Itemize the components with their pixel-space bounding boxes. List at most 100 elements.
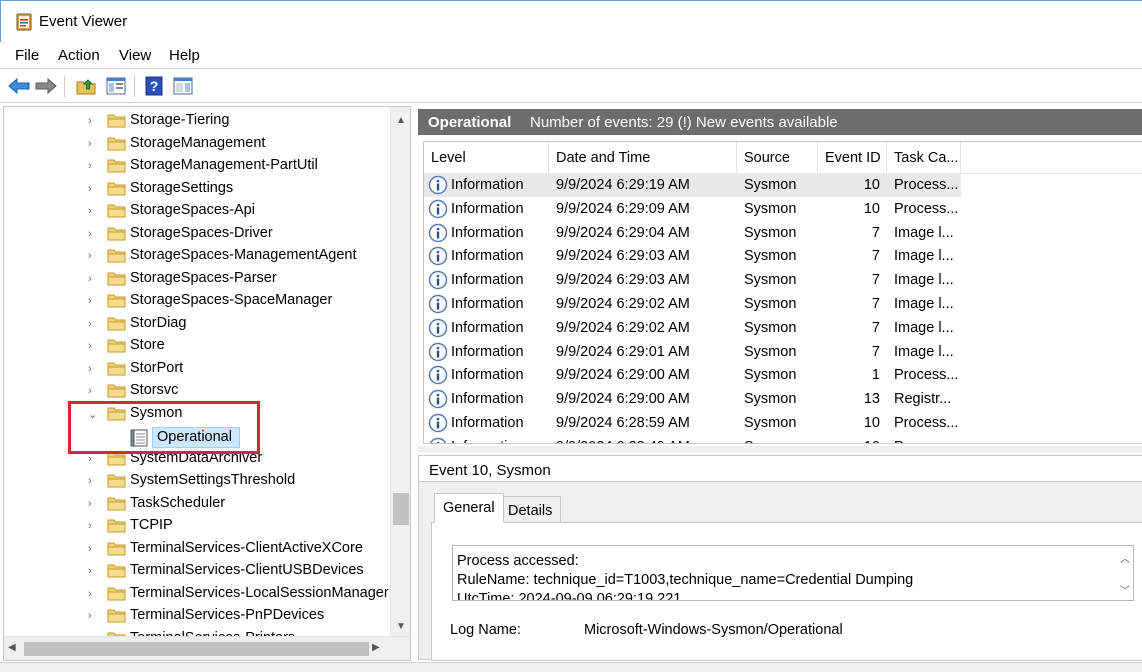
- chevron-right-icon[interactable]: ›: [88, 115, 98, 127]
- tab-general[interactable]: General: [434, 493, 504, 523]
- tree-item[interactable]: › StorageSpaces-Driver: [4, 223, 389, 245]
- console-tree-pane[interactable]: › Storage-Tiering › StorageManagement › Stora…: [3, 106, 411, 661]
- folder-icon: [107, 137, 126, 150]
- tab-details[interactable]: Details: [499, 496, 562, 523]
- folder-icon: [107, 362, 126, 375]
- tree-item[interactable]: › Store: [4, 335, 389, 357]
- show-hide-console-tree-button[interactable]: [104, 75, 128, 97]
- tree-vertical-scroll-thumb[interactable]: [393, 493, 409, 525]
- chevron-right-icon[interactable]: ›: [88, 588, 98, 600]
- chevron-right-icon[interactable]: ›: [88, 250, 98, 262]
- scroll-up-arrow-icon[interactable]: ▲: [391, 111, 410, 129]
- chevron-right-icon[interactable]: ›: [88, 475, 98, 487]
- tree-item[interactable]: › StorPort: [4, 358, 389, 380]
- up-level-button[interactable]: [74, 75, 98, 97]
- tree-horizontal-scrollbar[interactable]: ◀ ▶: [4, 636, 410, 660]
- description-scrollbar[interactable]: ︿ ﹀: [1115, 546, 1133, 600]
- chevron-right-icon[interactable]: ›: [88, 228, 98, 240]
- chevron-right-icon[interactable]: ›: [88, 318, 98, 330]
- table-row[interactable]: Information 9/9/2024 6:28:49 AM Sysmon 10 Pr…: [424, 435, 961, 443]
- tree-item[interactable]: › StorageSpaces-SpaceManager: [4, 290, 389, 312]
- tree-item[interactable]: › TerminalServices-PnPDevices: [4, 605, 389, 627]
- tree-item[interactable]: › TerminalServices-ClientUSBDevices: [4, 560, 389, 582]
- show-hide-action-pane-button[interactable]: [171, 75, 195, 97]
- tree-item[interactable]: › Storsvc: [4, 380, 389, 402]
- tree-item[interactable]: › TerminalServices-LocalSessionManager: [4, 583, 389, 605]
- help-button[interactable]: ?: [142, 75, 166, 97]
- tree-item[interactable]: › StorDiag: [4, 313, 389, 335]
- cell-source: Sysmon: [744, 248, 797, 265]
- window-title: Event Viewer: [39, 13, 128, 30]
- chevron-right-icon[interactable]: ›: [88, 453, 98, 465]
- chevron-right-icon[interactable]: ›: [88, 138, 98, 150]
- column-header-level[interactable]: Level: [424, 142, 549, 174]
- menu-action[interactable]: Action: [58, 47, 100, 64]
- chevron-right-icon[interactable]: ›: [88, 160, 98, 172]
- chevron-right-icon[interactable]: ›: [88, 363, 98, 375]
- chevron-right-icon[interactable]: ›: [88, 295, 98, 307]
- chevron-right-icon[interactable]: ›: [88, 610, 98, 622]
- tree-item[interactable]: › StorageSpaces-Api: [4, 200, 389, 222]
- tree-item[interactable]: › StorageSpaces-Parser: [4, 268, 389, 290]
- cell-date-time: 9/9/2024 6:29:00 AM: [556, 367, 690, 384]
- tree-item[interactable]: › TaskScheduler: [4, 493, 389, 515]
- tree-item[interactable]: › Storage-Tiering: [4, 110, 389, 132]
- pane-splitter[interactable]: [418, 446, 1142, 452]
- scroll-right-arrow-icon[interactable]: ▶: [372, 642, 380, 653]
- chevron-up-icon[interactable]: ︿: [1120, 550, 1130, 565]
- table-row[interactable]: Information 9/9/2024 6:29:00 AM Sysmon 1 Pro…: [424, 363, 961, 387]
- table-row[interactable]: Information 9/9/2024 6:29:01 AM Sysmon 7 Ima…: [424, 340, 961, 364]
- scroll-down-arrow-icon[interactable]: ▼: [391, 617, 410, 635]
- table-row[interactable]: Information 9/9/2024 6:29:02 AM Sysmon 7 Ima…: [424, 316, 961, 340]
- chevron-right-icon[interactable]: ›: [88, 520, 98, 532]
- tree-item[interactable]: › SystemSettingsThreshold: [4, 470, 389, 492]
- information-icon: [428, 199, 448, 219]
- chevron-right-icon[interactable]: ›: [88, 205, 98, 217]
- table-row[interactable]: Information 9/9/2024 6:29:09 AM Sysmon 10 Pr…: [424, 197, 961, 221]
- table-row[interactable]: Information 9/9/2024 6:29:04 AM Sysmon 7 Ima…: [424, 221, 961, 245]
- chevron-right-icon[interactable]: ›: [88, 385, 98, 397]
- chevron-down-icon[interactable]: ﹀: [1120, 582, 1130, 597]
- chevron-right-icon[interactable]: ›: [88, 340, 98, 352]
- menu-file[interactable]: File: [15, 47, 39, 64]
- cell-level: Information: [451, 343, 524, 360]
- table-row[interactable]: Information 9/9/2024 6:29:19 AM Sysmon 10 Pr…: [424, 173, 961, 197]
- events-grid[interactable]: Level Date and Time Source Event ID Task…: [423, 141, 1142, 444]
- column-header-source[interactable]: Source: [737, 142, 818, 174]
- tree-horizontal-scroll-thumb[interactable]: [24, 642, 369, 656]
- toolbar-separator: [134, 76, 135, 97]
- tree-item[interactable]: › StorageManagement: [4, 133, 389, 155]
- menu-help[interactable]: Help: [169, 47, 200, 64]
- chevron-right-icon[interactable]: ›: [88, 543, 98, 555]
- event-description-textbox[interactable]: Process accessed: RuleName: technique_id…: [452, 545, 1134, 601]
- log-name-label: Log Name:: [450, 622, 521, 638]
- scroll-left-arrow-icon[interactable]: ◀: [8, 642, 16, 653]
- tree-vertical-scrollbar[interactable]: ▲ ▼: [390, 107, 410, 637]
- table-row[interactable]: Information 9/9/2024 6:29:02 AM Sysmon 7 Ima…: [424, 292, 961, 316]
- cell-date-time: 9/9/2024 6:29:03 AM: [556, 272, 690, 289]
- menu-view[interactable]: View: [119, 47, 151, 64]
- tree-item[interactable]: › TCPIP: [4, 515, 389, 537]
- tree-item[interactable]: › StorageSpaces-ManagementAgent: [4, 245, 389, 267]
- tree-item[interactable]: › StorageSettings: [4, 178, 389, 200]
- event-details-pane: Event 10, Sysmon General Details Process…: [418, 455, 1142, 661]
- tree-item[interactable]: › StorageManagement-PartUtil: [4, 155, 389, 177]
- column-header-task-category[interactable]: Task Ca...: [887, 142, 961, 174]
- column-header-event-id[interactable]: Event ID: [818, 142, 887, 174]
- general-tab-panel: Process accessed: RuleName: technique_id…: [431, 522, 1142, 661]
- cell-date-time: 9/9/2024 6:29:00 AM: [556, 391, 690, 408]
- table-row[interactable]: Information 9/9/2024 6:29:03 AM Sysmon 7 Ima…: [424, 268, 961, 292]
- tree-item-label: StorageSpaces-Api: [130, 202, 255, 218]
- forward-button[interactable]: [34, 75, 58, 97]
- table-row[interactable]: Information 9/9/2024 6:29:03 AM Sysmon 7 Ima…: [424, 244, 961, 268]
- table-row[interactable]: Information 9/9/2024 6:29:00 AM Sysmon 13 Re…: [424, 387, 961, 411]
- chevron-right-icon[interactable]: ›: [88, 273, 98, 285]
- table-row[interactable]: Information 9/9/2024 6:28:59 AM Sysmon 10 Pr…: [424, 411, 961, 435]
- column-header-date-time[interactable]: Date and Time: [549, 142, 737, 174]
- back-button[interactable]: [7, 75, 31, 97]
- chevron-right-icon[interactable]: ›: [88, 183, 98, 195]
- chevron-right-icon[interactable]: ›: [88, 565, 98, 577]
- chevron-right-icon[interactable]: ›: [88, 498, 98, 510]
- tree-item[interactable]: › TerminalServices-ClientActiveXCore: [4, 538, 389, 560]
- cell-event-id: 7: [871, 343, 880, 360]
